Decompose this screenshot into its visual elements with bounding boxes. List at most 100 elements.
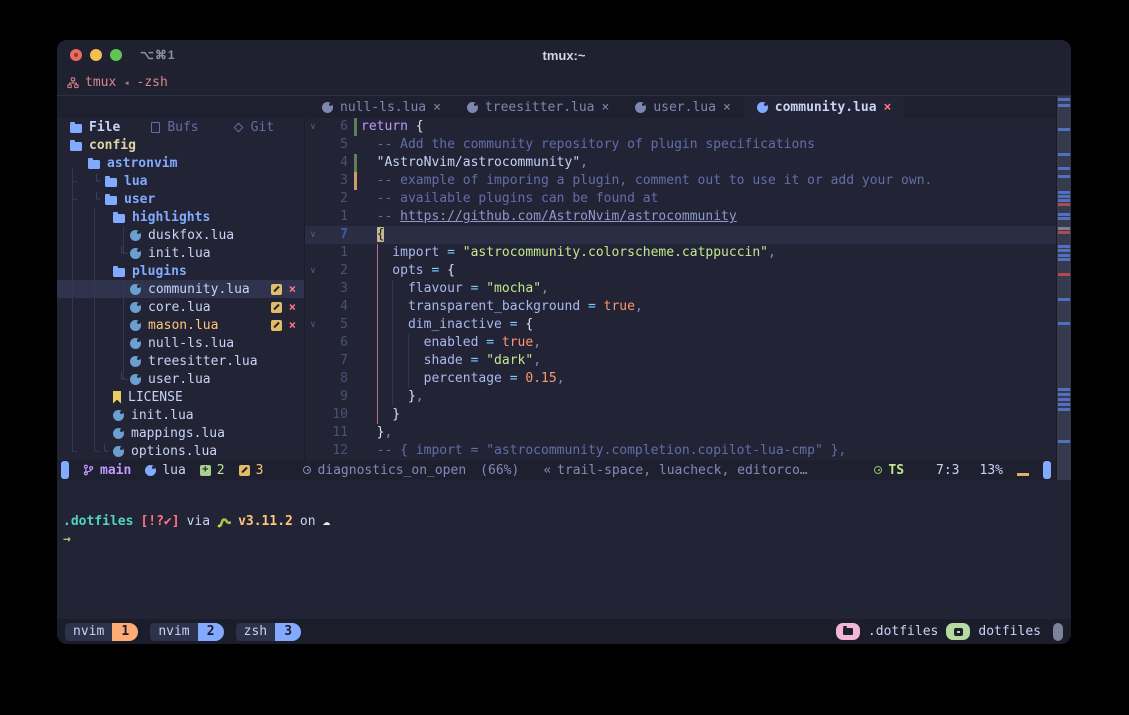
tab-close-icon[interactable]: × [884, 100, 892, 115]
token-brace: } [361, 407, 400, 422]
lua-icon [467, 102, 478, 113]
code-line[interactable]: 3 flavour = "mocha", [305, 280, 1071, 298]
buffer-tab-treesitter.lua[interactable]: treesitter.lua× [454, 96, 622, 118]
tree-item-user[interactable]: └user [57, 190, 304, 208]
prompt-input-line[interactable]: → [63, 530, 1071, 548]
fold-column [305, 334, 321, 352]
scrollbar-mark [1058, 398, 1070, 401]
code-line[interactable]: 2 -- available plugins can be found at [305, 190, 1071, 208]
scrollbar-mark [1058, 403, 1070, 406]
tree-item-lua[interactable]: └lua [57, 172, 304, 190]
token-str: "mocha" [486, 281, 541, 296]
tree-item-astronvim[interactable]: astronvim [57, 154, 304, 172]
line-number: 11 [321, 424, 348, 442]
unsaved-close-icon[interactable]: × [289, 302, 296, 313]
tab-close-icon[interactable]: × [602, 100, 610, 115]
code-line[interactable]: 9 }, [305, 388, 1071, 406]
tab-label: community.lua [775, 100, 877, 115]
token-id: transparent_background [361, 299, 580, 314]
lua-icon [130, 356, 141, 367]
code-line[interactable]: 12 -- { import = "astrocommunity.complet… [305, 442, 1071, 460]
session-name: tmux [85, 75, 116, 90]
buffer-tab-user.lua[interactable]: user.lua× [622, 96, 743, 118]
fold-arrow-icon[interactable]: ∨ [305, 262, 321, 280]
token-pun: , [533, 353, 541, 368]
tmux-right: .dotfilesdotfiles [836, 623, 1063, 641]
token-cmt: -- example of imporing a plugin, comment… [361, 173, 932, 188]
scrollbar[interactable] [1056, 96, 1071, 480]
unsaved-close-icon[interactable]: × [289, 320, 296, 331]
code-line[interactable]: 1 import = "astrocommunity.colorscheme.c… [305, 244, 1071, 262]
code-line[interactable]: 4 transparent_background = true, [305, 298, 1071, 316]
unsaved-close-icon[interactable]: × [289, 284, 296, 295]
code-line[interactable]: ∨6return { [305, 118, 1071, 136]
neotree-source-git[interactable]: Git [233, 120, 304, 135]
git-branch-segment[interactable]: main [83, 463, 131, 478]
tmux-window-nvim-2[interactable]: nvim2 [150, 623, 223, 641]
editor-lines: ∨6return {5 -- Add the community reposit… [305, 118, 1071, 460]
tree-label: mason.lua [148, 318, 218, 333]
code-line[interactable]: 10 } [305, 406, 1071, 424]
tmux-window-zsh-3[interactable]: zsh3 [236, 623, 301, 641]
fold-arrow-icon[interactable]: ∨ [305, 226, 321, 244]
token-pun: , [541, 281, 549, 296]
git-changed-segment[interactable]: 3 [239, 463, 264, 478]
folder-icon [70, 124, 82, 133]
cursor-position: 7:3 [936, 463, 959, 478]
git-add-icon: + [200, 465, 211, 476]
tmux-session-icon [67, 77, 79, 89]
editor[interactable]: ∨6return {5 -- Add the community reposit… [305, 118, 1071, 460]
fold-column [305, 280, 321, 298]
tree-indent-guide [72, 181, 77, 182]
git-added-segment[interactable]: + 2 [200, 463, 225, 478]
code-line[interactable]: 6 enabled = true, [305, 334, 1071, 352]
filetype-segment[interactable]: lua [145, 463, 185, 478]
treesitter-segment[interactable]: TS [874, 463, 904, 478]
code-line[interactable]: 3 -- example of imporing a plugin, comme… [305, 172, 1071, 190]
formatters-label: trail-space, luacheck, editorco… [557, 463, 807, 478]
code-text: flavour = "mocha", [361, 280, 549, 298]
formatter-icon: « [543, 463, 551, 478]
code-line[interactable]: 1 -- https://github.com/AstroNvim/astroc… [305, 208, 1071, 226]
buffer-tab-null-ls.lua[interactable]: null-ls.lua× [309, 96, 454, 118]
folder-icon [88, 160, 100, 169]
tmux-window-nvim-1[interactable]: nvim1 [65, 623, 138, 641]
code-line[interactable]: 4 "AstroNvim/astrocommunity", [305, 154, 1071, 172]
fold-arrow-icon[interactable]: ∨ [305, 118, 321, 136]
tab-close-icon[interactable]: × [433, 100, 441, 115]
formatters-segment[interactable]: « trail-space, luacheck, editorco… [543, 463, 807, 478]
code-line[interactable]: ∨5 dim_inactive = { [305, 316, 1071, 334]
git-change-icon [239, 465, 250, 476]
code-line[interactable]: ∨7 { [305, 226, 1071, 244]
code-text: return { [361, 118, 424, 136]
tree-indent-guide [72, 199, 77, 200]
token-cmt: -- available plugins can be found at [361, 191, 658, 206]
code-line[interactable]: 11 }, [305, 424, 1071, 442]
tab-close-icon[interactable]: × [723, 100, 731, 115]
lua-icon [635, 102, 646, 113]
code-text: "AstroNvim/astrocommunity", [361, 154, 588, 172]
neotree-source-file[interactable]: File [70, 120, 141, 135]
token-pun: , [533, 335, 541, 350]
code-line[interactable]: 5 -- Add the community repository of plu… [305, 136, 1071, 154]
scroll-percent: 13% [980, 463, 1003, 478]
code-line[interactable]: ∨2 opts = { [305, 262, 1071, 280]
diagnostics-icon [303, 466, 311, 474]
scrollbar-mark [1058, 440, 1070, 443]
scrollbar-mark [1058, 98, 1070, 101]
session-bar[interactable]: tmux ◀ -zsh [57, 70, 1071, 96]
buffer-tab-community.lua[interactable]: community.lua × [744, 96, 905, 118]
token-pun: , [557, 371, 565, 386]
token-str: "astrocommunity.colorscheme.catppuccin" [463, 245, 768, 260]
token-str: "dark" [486, 353, 533, 368]
scrollbar-mark [1058, 254, 1070, 257]
git-sign-column [348, 190, 361, 208]
code-line[interactable]: 8 percentage = 0.15, [305, 370, 1071, 388]
tree-item-config[interactable]: config [57, 136, 304, 154]
diagnostics-segment[interactable]: diagnostics_on_open (66%) [303, 463, 519, 478]
fold-arrow-icon[interactable]: ∨ [305, 316, 321, 334]
shell-pane[interactable]: .dotfiles [!?✔] via v3.11.2 on ☁ → [57, 480, 1071, 619]
neotree-source-bufs[interactable]: Bufs [151, 120, 222, 135]
code-line[interactable]: 7 shade = "dark", [305, 352, 1071, 370]
fold-column [305, 352, 321, 370]
